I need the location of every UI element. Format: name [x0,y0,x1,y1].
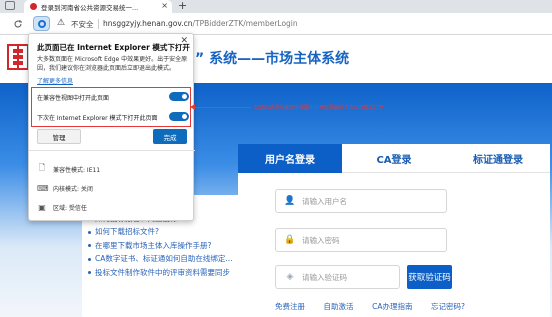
browser-tab[interactable]: 登录到河南省公共资源交易统一... × [24,0,172,13]
popup-title: 此页面已在 Internet Explorer 模式下打开 [37,43,190,52]
url-host: hnsggzyjy.henan.gov.cn [103,19,193,28]
url-path: /TPBidderZTK/memberLogin [192,19,298,28]
lock-icon: 🔒 [284,235,296,245]
compat-mode-info: 🗋 兼容性模式: IE11 [37,162,189,176]
get-captcha-button[interactable]: 获取验证码 [407,265,452,289]
refresh-icon[interactable] [10,16,26,32]
manage-button[interactable]: 管理 [37,129,81,144]
tab-certificate-login[interactable]: 标证通登录 [446,144,550,173]
divider [98,19,99,29]
site-favicon-icon [30,3,37,10]
username-field[interactable]: 👤 请输入用户名 [275,189,447,213]
shield-icon: ◈ [286,272,294,282]
site-logo-icon [7,44,29,70]
popup-description: 大多数页面在 Microsoft Edge 中效果更好。出于安全原因，我们建议你… [37,56,188,72]
list-item[interactable]: 如何下载招标文件? [88,225,242,239]
ca-guide-link[interactable]: CA办理指南 [372,301,412,312]
code-icon: ⌨ [37,183,49,193]
captcha-field[interactable]: ◈ 请输入验证码 [275,265,400,289]
tab-close-icon[interactable]: × [161,1,168,10]
tab-username-login[interactable]: 用户名登录 [238,144,342,173]
tab-ca-login[interactable]: CA登录 [342,144,446,173]
password-field[interactable]: 🔒 请输入密码 [275,228,447,252]
login-links: 免费注册 自助激活 CA办理指南 忘记密码? [275,301,465,312]
annotation-text: 勾选此选项在兼容性视图中打开此页面并下次以IE模式打开 [254,105,384,111]
list-item[interactable]: 投标文件制作软件中的评审资料需要同步 [88,266,242,280]
ie-logo-icon [37,19,46,28]
captcha-placeholder: 请输入验证码 [302,272,347,282]
annotation-line [193,107,251,108]
list-item[interactable]: CA数字证书、标证通如何自助在线绑定... [88,252,242,266]
annotation-highlight-box [31,87,191,127]
login-tabs: 用户名登录 CA登录 标证通登录 [238,144,550,173]
address-bar: ⚠ 不安全 hnsggzyjy.henan.gov.cn/TPBidderZTK… [0,13,552,35]
ie-mode-button[interactable] [33,16,50,31]
username-placeholder: 请输入用户名 [302,196,347,206]
zone-icon: ▣ [38,202,46,212]
activate-link[interactable]: 自助激活 [324,301,354,312]
kernel-mode-info: ⌨ 内核模式: 关闭 [37,183,93,193]
user-icon: 👤 [284,196,296,206]
tab-actions-icon[interactable] [5,1,15,10]
warning-icon: ⚠ [57,18,66,28]
login-panel: 用户名登录 CA登录 标证通登录 👤 请输入用户名 🔒 请输入密码 ◈ 请输入验… [238,144,550,317]
forgot-password-link[interactable]: 忘记密码? [431,301,465,312]
url-text[interactable]: hnsggzyjy.henan.gov.cn/TPBidderZTK/membe… [103,19,298,28]
learn-more-link[interactable]: 了解更多信息 [37,76,73,85]
tab-title: 登录到河南省公共资源交易统一... [41,3,139,12]
divider [29,150,195,151]
list-item[interactable]: 在哪里下载市场主体入库操作手册? [88,239,242,253]
password-placeholder: 请输入密码 [302,235,340,245]
zone-info: ▣ 区域: 受信任 [38,202,87,212]
browser-tab-bar: 登录到河南省公共资源交易统一... × + [0,0,552,13]
document-icon: 🗋 [38,163,46,172]
system-title: ” 系统——市场主体系统 [195,51,350,67]
new-tab-button[interactable]: + [178,0,187,12]
ie-mode-popup: ✕ 此页面已在 Internet Explorer 模式下打开 大多数页面在 M… [28,33,195,221]
register-link[interactable]: 免费注册 [275,301,305,312]
done-button[interactable]: 完成 [153,129,187,144]
not-secure-label[interactable]: 不安全 [71,19,94,30]
